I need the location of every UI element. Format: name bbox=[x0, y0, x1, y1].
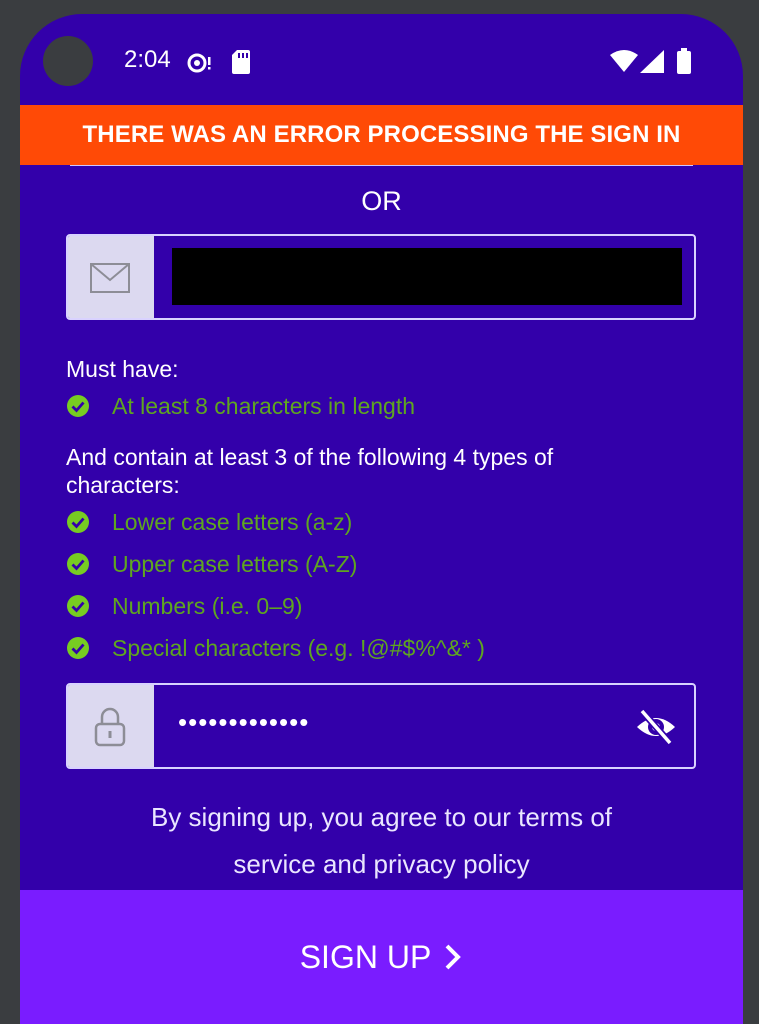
requirement-item: Upper case letters (A-Z) bbox=[66, 549, 357, 579]
password-input[interactable]: ••••••••••••• bbox=[178, 707, 309, 738]
lock-icon bbox=[94, 707, 126, 747]
front-camera bbox=[43, 36, 93, 86]
requirement-item: Lower case letters (a-z) bbox=[66, 507, 352, 537]
phone-screen: 2:04 THERE WAS AN ERROR PROCESSING THE S… bbox=[20, 14, 743, 1024]
email-field[interactable] bbox=[66, 234, 696, 320]
chevron-right-icon bbox=[445, 944, 462, 970]
requirement-label: Upper case letters (A-Z) bbox=[112, 550, 358, 577]
or-label: OR bbox=[361, 186, 402, 216]
requirement-item: Numbers (i.e. 0–9) bbox=[66, 591, 302, 621]
requirement-item: At least 8 characters in length bbox=[66, 391, 415, 421]
check-circle-icon bbox=[67, 595, 89, 617]
sign-up-button[interactable]: SIGN UP bbox=[20, 890, 743, 1024]
requirement-label: At least 8 characters in length bbox=[112, 392, 415, 419]
requirement-label: Special characters (e.g. !@#$%^&* ) bbox=[112, 634, 485, 661]
terms-text: By signing up, you agree to our terms of… bbox=[120, 794, 643, 888]
wifi-icon bbox=[610, 50, 638, 72]
status-time: 2:04 bbox=[124, 46, 171, 73]
signal-icon bbox=[640, 50, 664, 73]
requirement-item: Special characters (e.g. !@#$%^&* ) bbox=[66, 633, 485, 663]
eye-off-icon[interactable] bbox=[634, 705, 678, 749]
contain-heading: And contain at least 3 of the following … bbox=[66, 444, 554, 498]
check-circle-icon bbox=[67, 637, 89, 659]
email-icon-box bbox=[68, 236, 154, 318]
mail-icon bbox=[90, 263, 130, 293]
error-message: THERE WAS AN ERROR PROCESSING THE SIGN I… bbox=[82, 121, 681, 148]
requirement-label: Numbers (i.e. 0–9) bbox=[112, 592, 303, 619]
check-circle-icon bbox=[67, 511, 89, 533]
notification-icon bbox=[187, 53, 211, 73]
sign-up-label: SIGN UP bbox=[299, 938, 432, 975]
check-circle-icon bbox=[67, 395, 89, 417]
error-banner: THERE WAS AN ERROR PROCESSING THE SIGN I… bbox=[20, 105, 743, 165]
check-circle-icon bbox=[67, 553, 89, 575]
must-have-heading: Must have: bbox=[66, 356, 179, 382]
battery-icon bbox=[677, 48, 691, 74]
status-bar: 2:04 bbox=[20, 14, 743, 106]
password-field[interactable]: ••••••••••••• bbox=[66, 683, 696, 769]
password-icon-box bbox=[68, 685, 154, 767]
email-input-redacted[interactable] bbox=[172, 248, 682, 305]
terms-line-2[interactable]: service and privacy policy bbox=[120, 841, 643, 888]
terms-line-1: By signing up, you agree to our terms of bbox=[150, 802, 613, 832]
divider bbox=[70, 165, 693, 166]
sd-card-icon bbox=[232, 50, 250, 74]
requirement-label: Lower case letters (a-z) bbox=[112, 508, 353, 535]
